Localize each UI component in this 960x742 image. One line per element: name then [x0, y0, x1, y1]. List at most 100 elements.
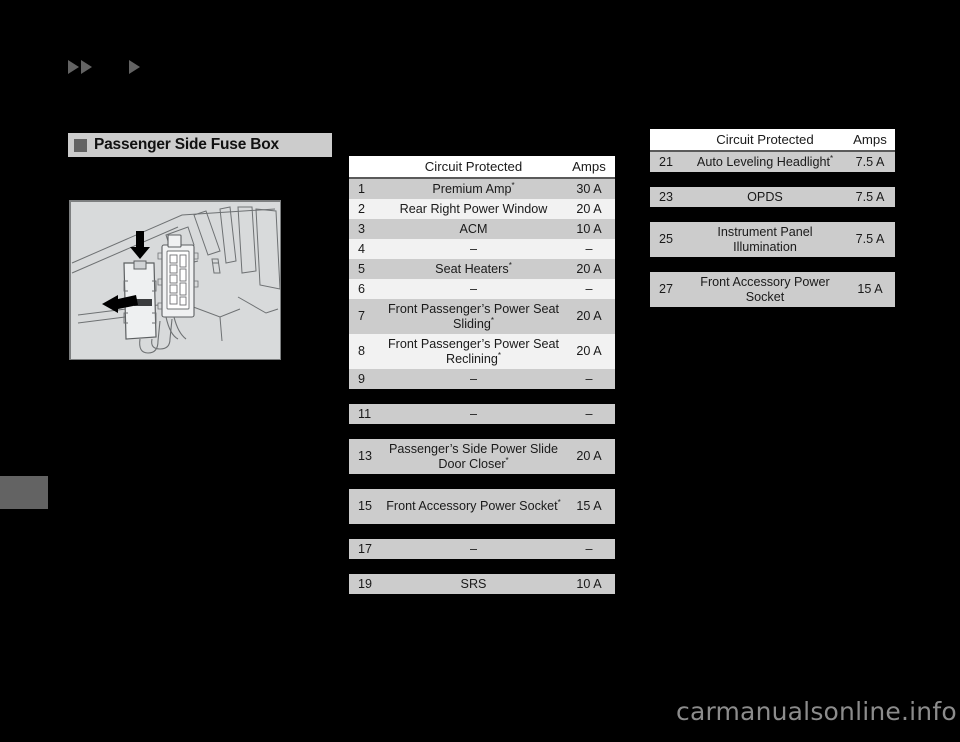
- table-row: 25 Instrument Panel Illumination 7.5 A: [650, 222, 895, 257]
- double-triangle-right-icon: [68, 60, 79, 74]
- table-right-body: 21 Auto Leveling Headlight* 7.5 A 23 OPDS 7.5…: [650, 151, 895, 307]
- header-circuit-protected: Circuit Protected: [685, 129, 845, 152]
- table-gap-cell: [650, 257, 895, 272]
- amps-value: –: [563, 279, 615, 299]
- table-row: 1 Premium Amp* 30 A: [349, 178, 615, 199]
- table-left-body: 1 Premium Amp* 30 A 2 Rear Right Power Windo…: [349, 178, 615, 594]
- header-number: [650, 129, 685, 152]
- amps-value: –: [563, 239, 615, 259]
- table-gap-cell: [349, 474, 615, 489]
- footnote-asterisk: *: [505, 455, 509, 465]
- table-gap-row: [349, 474, 615, 489]
- fuse-number: 7: [349, 299, 384, 334]
- footnote-asterisk: *: [508, 260, 512, 270]
- table-row: 27 Front Accessory Power Socket 15 A: [650, 272, 895, 307]
- passenger-side-fuse-box-illustration: [69, 200, 281, 360]
- fuse-box-line-art: [70, 201, 280, 359]
- table-row: 8 Front Passenger’s Power Seat Reclining*…: [349, 334, 615, 369]
- footnote-asterisk: *: [511, 180, 515, 190]
- fuse-number: 13: [349, 439, 384, 474]
- circuit-protected-value: –: [384, 239, 563, 259]
- table-gap-cell: [650, 172, 895, 187]
- circuit-protected-value: OPDS: [685, 187, 845, 207]
- footnote-asterisk: *: [490, 315, 494, 325]
- passenger-fuse-table-right: Circuit Protected Amps 21 Auto Leveling H…: [650, 129, 895, 307]
- table-gap-row: [349, 389, 615, 404]
- table-gap-row: [650, 207, 895, 222]
- circuit-protected-value: ACM: [384, 219, 563, 239]
- amps-value: 10 A: [563, 574, 615, 594]
- circuit-protected-value: Auto Leveling Headlight*: [685, 151, 845, 172]
- table-row: 23 OPDS 7.5 A: [650, 187, 895, 207]
- circuit-protected-value: Seat Heaters*: [384, 259, 563, 279]
- fuse-number: 19: [349, 574, 384, 594]
- chapter-edge-tab[interactable]: [0, 476, 48, 509]
- table-gap-row: [349, 559, 615, 574]
- circuit-protected-value: Premium Amp*: [384, 178, 563, 199]
- fuse-number: 3: [349, 219, 384, 239]
- footnote-asterisk: *: [557, 497, 561, 507]
- double-triangle-right-icon-second: [81, 60, 92, 74]
- amps-value: 20 A: [563, 439, 615, 474]
- table-row: 6– –: [349, 279, 615, 299]
- amps-value: –: [563, 369, 615, 389]
- table-row: 2 Rear Right Power Window 20 A: [349, 199, 615, 219]
- next-page-arrow[interactable]: [129, 60, 140, 74]
- circuit-protected-value: Instrument Panel Illumination: [685, 222, 845, 257]
- fuse-number: 21: [650, 151, 685, 172]
- passenger-fuse-table-left: Circuit Protected Amps 1 Premium Amp* 30 A…: [349, 156, 615, 594]
- circuit-protected-value: Front Accessory Power Socket*: [384, 489, 563, 524]
- table-header-row: Circuit Protected Amps: [650, 129, 895, 152]
- circuit-protected-value: –: [384, 369, 563, 389]
- fuse-number: 9: [349, 369, 384, 389]
- table-gap-row: [650, 257, 895, 272]
- fuse-number: 1: [349, 178, 384, 199]
- table-row: 17– –: [349, 539, 615, 559]
- circuit-protected-value: Front Passenger’s Power Seat Reclining*: [384, 334, 563, 369]
- amps-value: 7.5 A: [845, 151, 895, 172]
- footnote-asterisk: *: [497, 350, 501, 360]
- table-row: 4– –: [349, 239, 615, 259]
- table-header-row: Circuit Protected Amps: [349, 156, 615, 179]
- circuit-protected-value: Rear Right Power Window: [384, 199, 563, 219]
- fuse-number: 2: [349, 199, 384, 219]
- triangle-right-icon: [129, 60, 140, 74]
- amps-value: 20 A: [563, 299, 615, 334]
- footnote-asterisk: *: [829, 153, 834, 163]
- amps-value: 15 A: [563, 489, 615, 524]
- amps-value: 30 A: [563, 178, 615, 199]
- table-row: 21 Auto Leveling Headlight* 7.5 A: [650, 151, 895, 172]
- table-gap-cell: [349, 524, 615, 539]
- header-amps: Amps: [845, 129, 895, 152]
- header-amps: Amps: [563, 156, 615, 179]
- site-watermark: carmanualsonline.info: [676, 697, 957, 726]
- amps-value: 20 A: [563, 334, 615, 369]
- table-row: 15 Front Accessory Power Socket* 15 A: [349, 489, 615, 524]
- amps-value: 7.5 A: [845, 222, 895, 257]
- header-circuit-protected: Circuit Protected: [384, 156, 563, 179]
- table-row: 5 Seat Heaters* 20 A: [349, 259, 615, 279]
- table-row: 13 Passenger’s Side Power Slide Door Clos…: [349, 439, 615, 474]
- fuse-number: 17: [349, 539, 384, 559]
- section-header: Passenger Side Fuse Box: [68, 133, 332, 157]
- section-title: Passenger Side Fuse Box: [94, 136, 279, 153]
- fuse-number: 23: [650, 187, 685, 207]
- page-navigation-arrows: [68, 55, 140, 79]
- table-row: 9– –: [349, 369, 615, 389]
- square-bullet-icon: [74, 138, 87, 152]
- table-row: 11– –: [349, 404, 615, 424]
- previous-page-double-arrow[interactable]: [68, 60, 92, 74]
- circuit-protected-value: Front Passenger’s Power Seat Sliding*: [384, 299, 563, 334]
- fuse-number: 27: [650, 272, 685, 307]
- amps-value: 20 A: [563, 259, 615, 279]
- table-gap-row: [349, 424, 615, 439]
- fuse-number: 11: [349, 404, 384, 424]
- fuse-number: 6: [349, 279, 384, 299]
- amps-value: 15 A: [845, 272, 895, 307]
- table-row: 7 Front Passenger’s Power Seat Sliding* 20…: [349, 299, 615, 334]
- table-gap-row: [650, 172, 895, 187]
- circuit-protected-value: –: [384, 539, 563, 559]
- circuit-protected-value: –: [384, 404, 563, 424]
- table-gap-cell: [349, 559, 615, 574]
- circuit-protected-value: Passenger’s Side Power Slide Door Closer…: [384, 439, 563, 474]
